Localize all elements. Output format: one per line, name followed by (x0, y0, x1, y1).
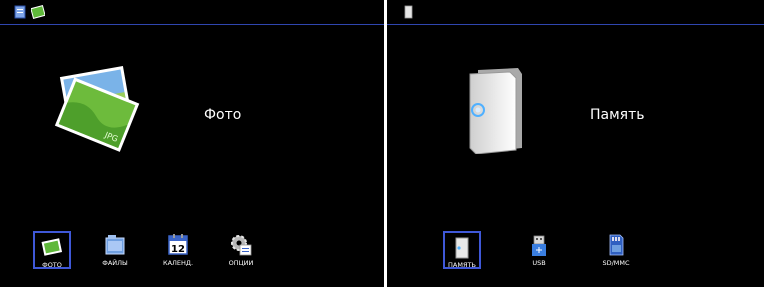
memory-icon (455, 237, 469, 259)
photo-icon (41, 238, 63, 256)
dock-label: ПАМЯТЬ (448, 261, 476, 269)
calendar-icon: 12 (168, 234, 188, 255)
document-icon (14, 5, 26, 19)
files-icon (105, 235, 125, 255)
top-status-bar (0, 0, 384, 25)
calendar-day: 12 (171, 244, 185, 255)
top-status-bar (387, 0, 764, 25)
dock-label: USB (532, 259, 546, 267)
external-drive-hero-icon (469, 68, 522, 154)
photo-menu-screen: JPG Фото ФОТО ФАЙЛЫ 12 КАЛЕНД. ОПЦИИ (0, 0, 384, 287)
storage-small-icon (404, 5, 413, 19)
settings-icon (231, 235, 252, 256)
hero-label: Память (590, 107, 645, 123)
dock-item-photo[interactable]: ФОТО (33, 231, 71, 269)
dock-label: ОПЦИИ (228, 259, 254, 267)
photo-hero-icon: JPG (54, 66, 140, 152)
usb-icon (532, 235, 546, 256)
photo-small-icon (31, 5, 45, 19)
sd-card-icon (609, 234, 624, 256)
dock-item-memory[interactable]: ПАМЯТЬ (443, 231, 481, 269)
dock-label: SD/MMC (602, 259, 630, 267)
hero-label: Фото (204, 107, 242, 123)
memory-menu-screen: Память ПАМЯТЬ USB SD/MMC (387, 0, 764, 287)
